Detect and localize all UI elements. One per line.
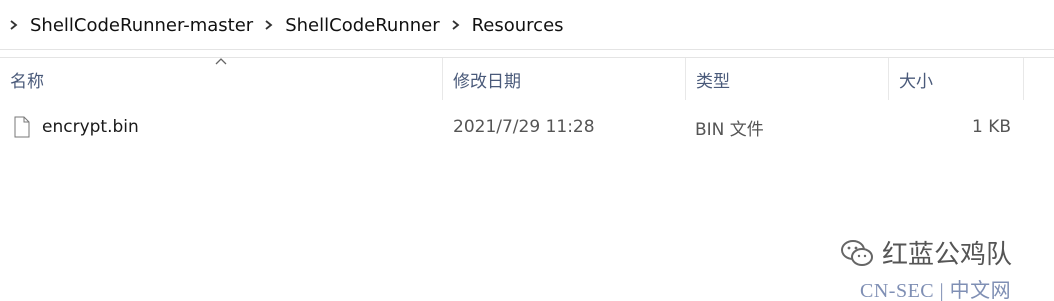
column-resize-handle[interactable] bbox=[1023, 58, 1024, 100]
breadcrumb-item-resources[interactable]: Resources bbox=[472, 15, 564, 36]
file-size: 1 KB bbox=[972, 117, 1012, 137]
chevron-right-icon[interactable] bbox=[448, 17, 464, 33]
chevron-right-icon[interactable] bbox=[6, 17, 22, 33]
column-header-name[interactable]: 名称 bbox=[0, 58, 442, 100]
column-header-modified[interactable]: 修改日期 bbox=[443, 58, 685, 100]
breadcrumb-item-shellcoderunner-master[interactable]: ShellCodeRunner-master bbox=[30, 15, 253, 36]
breadcrumb-item-shellcoderunner[interactable]: ShellCodeRunner bbox=[285, 15, 439, 36]
file-modified: 2021/7/29 11:28 bbox=[453, 117, 595, 137]
file-name: encrypt.bin bbox=[42, 117, 139, 137]
watermark-title: 红蓝公鸡队 bbox=[882, 240, 1013, 270]
watermark-subtitle: CN-SEC | 中文网 bbox=[860, 280, 1012, 301]
file-row[interactable]: encrypt.bin 2021/7/29 11:28 BIN 文件 1 KB bbox=[0, 108, 1054, 146]
file-icon bbox=[14, 116, 30, 138]
wechat-logo-icon bbox=[841, 240, 873, 266]
breadcrumb: ShellCodeRunner-master ShellCodeRunner R… bbox=[0, 0, 1054, 50]
file-type: BIN 文件 bbox=[695, 119, 764, 140]
chevron-right-icon[interactable] bbox=[261, 17, 277, 33]
divider bbox=[0, 49, 1054, 50]
column-headers: 名称 修改日期 类型 大小 bbox=[0, 58, 1054, 100]
watermark: 红蓝公鸡队 CN-SEC | 中文网 bbox=[840, 232, 1050, 301]
file-name-cell: encrypt.bin bbox=[14, 108, 139, 146]
column-header-size[interactable]: 大小 bbox=[889, 58, 1023, 100]
column-header-type[interactable]: 类型 bbox=[686, 58, 888, 100]
